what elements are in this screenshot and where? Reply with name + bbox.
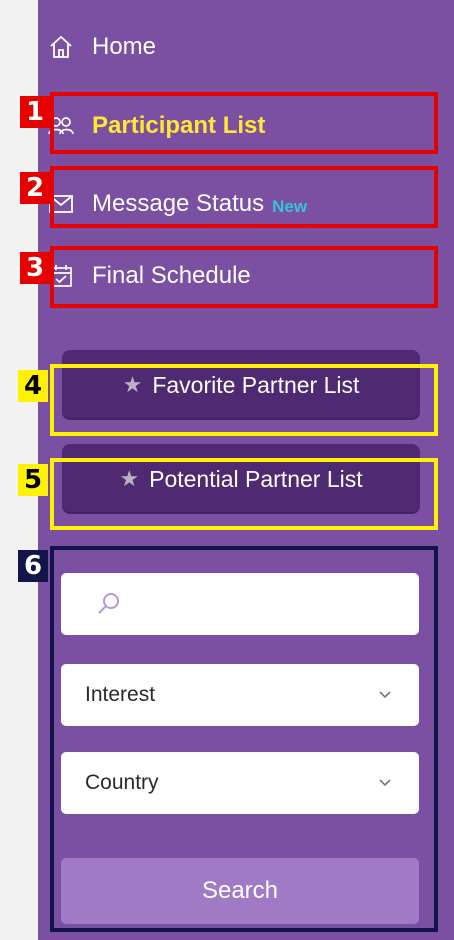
annotation-box-2 xyxy=(50,166,438,228)
annotation-box-4 xyxy=(50,364,438,436)
annotation-box-3 xyxy=(50,246,438,308)
annotation-number-5: 5 xyxy=(18,464,48,496)
annotation-number-4: 4 xyxy=(18,370,48,402)
annotation-number-6: 6 xyxy=(18,550,48,582)
annotation-number-1: 1 xyxy=(20,96,50,128)
annotation-box-6 xyxy=(50,546,438,932)
nav-label-home: Home xyxy=(92,33,157,60)
home-icon xyxy=(48,34,74,60)
annotation-number-3: 3 xyxy=(20,252,50,284)
nav-item-home[interactable]: Home xyxy=(48,33,156,61)
annotation-box-1 xyxy=(50,92,438,154)
annotation-box-5 xyxy=(50,458,438,530)
annotation-number-2: 2 xyxy=(20,172,50,204)
